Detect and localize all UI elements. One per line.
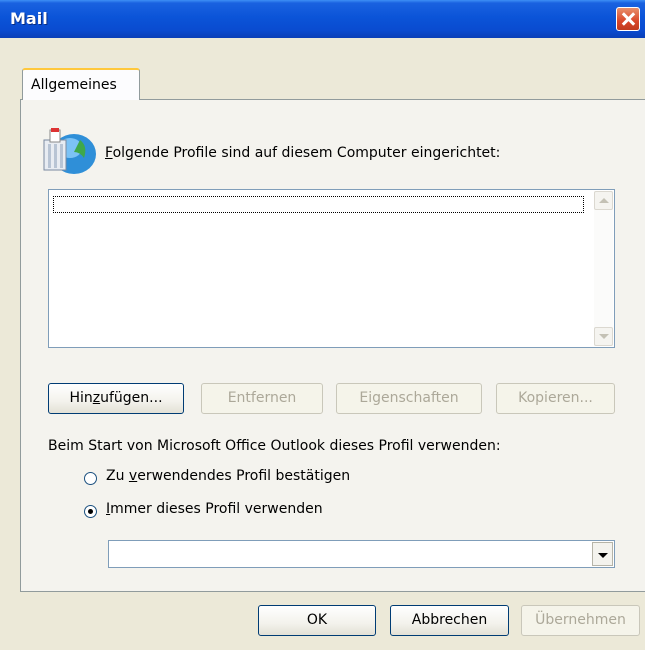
confirm-label-mnemonic: v: [128, 468, 138, 484]
list-focus-row[interactable]: [53, 196, 584, 213]
scroll-down-button[interactable]: [594, 327, 613, 346]
chevron-down-icon: [598, 553, 608, 558]
profiles-scrollbar[interactable]: [594, 191, 613, 346]
mail-profile-icon: [43, 128, 96, 174]
confirm-label-b: erwendendes Profil bestätigen: [137, 468, 351, 484]
add-profile-button[interactable]: Hinzufügen...: [48, 383, 184, 414]
properties-button[interactable]: Eigenschaften: [336, 383, 482, 414]
copy-profile-button[interactable]: Kopieren...: [496, 383, 615, 414]
always-label-b: mmer dieses Profil verwenden: [110, 501, 323, 517]
scroll-up-button[interactable]: [594, 191, 613, 210]
close-icon[interactable]: [616, 7, 640, 31]
always-use-profile-radio[interactable]: [84, 505, 97, 518]
confirm-profile-radio[interactable]: [84, 472, 97, 485]
title-bar[interactable]: Mail: [0, 0, 645, 38]
add-label-a: Hin: [69, 390, 93, 406]
add-label-b: ufügen...: [100, 390, 163, 406]
profiles-label-mnemonic: F: [105, 145, 113, 161]
chevron-up-icon: [599, 198, 609, 203]
cancel-button[interactable]: Abbrechen: [390, 605, 509, 636]
remove-profile-button[interactable]: Entfernen: [201, 383, 323, 414]
chevron-down-icon: [599, 334, 609, 339]
apply-button[interactable]: Übernehmen: [521, 605, 640, 636]
profiles-label-text: olgende Profile sind auf diesem Computer…: [112, 145, 501, 161]
tab-general[interactable]: Allgemeines: [22, 68, 140, 100]
confirm-label-a: Zu: [106, 468, 129, 484]
always-use-profile-label[interactable]: Immer dieses Profil verwenden: [106, 501, 323, 517]
profiles-label: Folgende Profile sind auf diesem Compute…: [105, 145, 500, 161]
profile-select[interactable]: [108, 540, 615, 568]
ok-button[interactable]: OK: [258, 605, 376, 636]
tab-label: Allgemeines: [31, 77, 117, 93]
startup-label: Beim Start von Microsoft Office Outlook …: [48, 438, 501, 454]
window-title: Mail: [10, 9, 48, 28]
confirm-profile-label[interactable]: Zu verwendendes Profil bestätigen: [106, 468, 350, 484]
profile-select-dropdown-button[interactable]: [592, 542, 613, 566]
profiles-list[interactable]: [48, 189, 615, 348]
